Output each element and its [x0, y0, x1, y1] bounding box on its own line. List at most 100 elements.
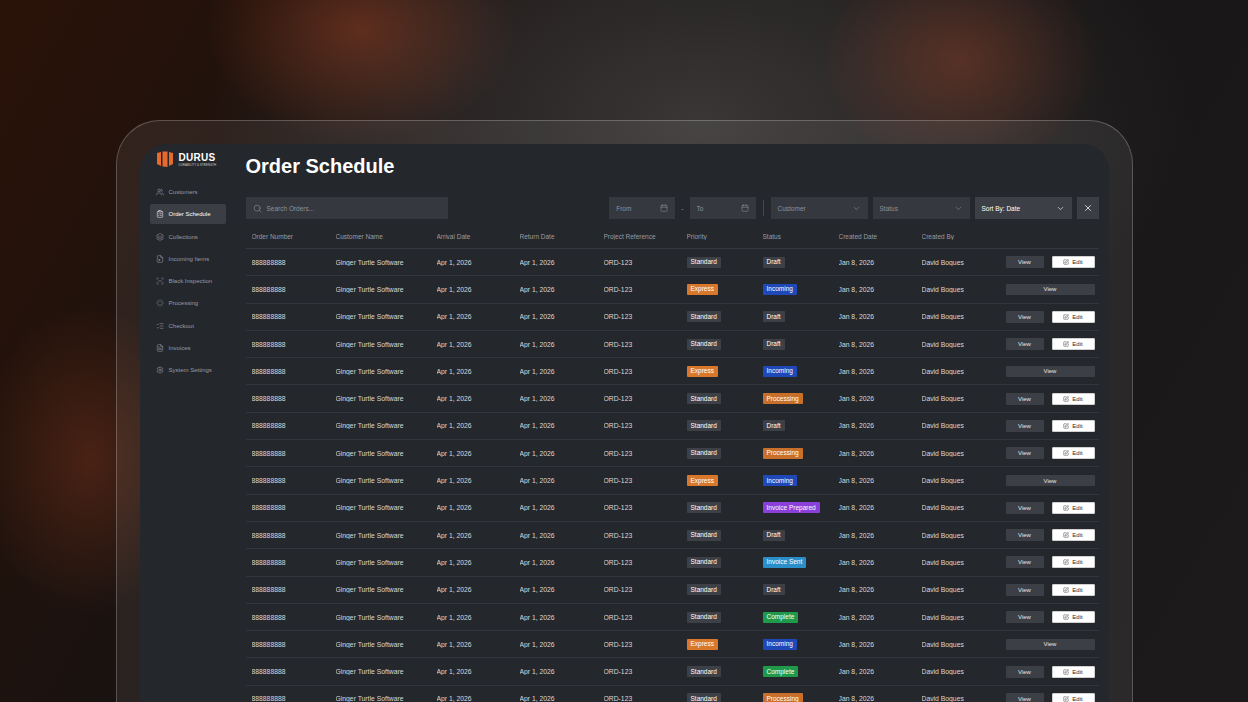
project-reference: ORD-123 — [604, 259, 687, 266]
edit-icon — [1063, 614, 1069, 620]
edit-button[interactable]: Edit — [1052, 447, 1095, 459]
column-header: Customer Name — [336, 233, 437, 240]
created-by: David Bogues — [922, 368, 1006, 375]
created-date: Jan 8, 2026 — [839, 586, 922, 593]
table-row[interactable]: 888888888Ginger Turtle SoftwareApr 1, 20… — [246, 577, 1099, 604]
nav-icon — [156, 299, 164, 307]
return-date: Apr 1, 2026 — [520, 532, 604, 539]
sidebar-item[interactable]: Processing — [150, 293, 226, 313]
priority-tag: Standard — [687, 612, 721, 623]
order-number: 888888888 — [252, 395, 336, 402]
view-button[interactable]: View — [1006, 256, 1044, 268]
row-actions: View Edit — [1006, 666, 1095, 678]
nav-icon — [156, 188, 164, 196]
close-icon — [1083, 203, 1093, 213]
status-tag: Incoming — [763, 475, 797, 486]
view-button[interactable]: View — [1006, 693, 1044, 702]
sidebar-item[interactable]: Incoming Items — [150, 249, 226, 269]
priority-tag: Standard — [687, 666, 721, 677]
view-button[interactable]: View — [1006, 502, 1044, 514]
toolbar: Search Orders...From-ToCustomerStatusSor… — [246, 197, 1099, 219]
view-button[interactable]: View — [1006, 338, 1044, 350]
table-row[interactable]: 888888888Ginger Turtle SoftwareApr 1, 20… — [246, 686, 1099, 702]
status-tag: Incoming — [763, 366, 797, 377]
project-reference: ORD-123 — [604, 395, 687, 402]
view-button[interactable]: View — [1006, 639, 1095, 650]
sidebar-item[interactable]: Black Inspection — [150, 271, 226, 291]
view-button[interactable]: View — [1006, 447, 1044, 459]
sidebar-item[interactable]: System Settings — [150, 360, 226, 380]
to-date-field[interactable]: To — [690, 197, 756, 219]
table-row[interactable]: 888888888Ginger Turtle SoftwareApr 1, 20… — [246, 331, 1099, 358]
created-date: Jan 8, 2026 — [839, 614, 922, 621]
sidebar-item[interactable]: Customers — [150, 182, 226, 202]
table-row[interactable]: 888888888Ginger Turtle SoftwareApr 1, 20… — [246, 385, 1099, 412]
edit-button[interactable]: Edit — [1052, 338, 1095, 350]
table-header: Order NumberCustomer NameArrival DateRet… — [246, 224, 1099, 249]
edit-button[interactable]: Edit — [1052, 611, 1095, 623]
view-button[interactable]: View — [1006, 529, 1044, 541]
edit-button[interactable]: Edit — [1052, 420, 1095, 432]
row-actions: View Edit — [1006, 311, 1095, 323]
edit-button[interactable]: Edit — [1052, 311, 1095, 323]
view-button[interactable]: View — [1006, 284, 1095, 295]
sidebar-item[interactable]: Order Schedule — [150, 204, 226, 224]
status-dropdown[interactable]: Status — [873, 197, 970, 219]
order-number: 888888888 — [252, 450, 336, 457]
sidebar-item[interactable]: Collections — [150, 227, 226, 247]
sidebar-item[interactable]: Checkout — [150, 316, 226, 336]
edit-button[interactable]: Edit — [1052, 502, 1095, 514]
table-row[interactable]: 888888888Ginger Turtle SoftwareApr 1, 20… — [246, 631, 1099, 658]
chevron-down-icon — [852, 204, 861, 213]
status-tag: Processing — [763, 693, 803, 702]
view-button[interactable]: View — [1006, 666, 1044, 678]
edit-button[interactable]: Edit — [1052, 693, 1095, 702]
view-button[interactable]: View — [1006, 556, 1044, 568]
view-button[interactable]: View — [1006, 475, 1095, 486]
from-date-field[interactable]: From — [609, 197, 675, 219]
edit-button[interactable]: Edit — [1052, 556, 1095, 568]
view-button[interactable]: View — [1006, 366, 1095, 377]
clear-filters-button[interactable] — [1077, 197, 1099, 219]
edit-button[interactable]: Edit — [1052, 584, 1095, 596]
created-date: Jan 8, 2026 — [839, 395, 922, 402]
project-reference: ORD-123 — [604, 641, 687, 648]
sidebar-item[interactable]: Invoices — [150, 338, 226, 358]
view-button[interactable]: View — [1006, 611, 1044, 623]
sort-dropdown[interactable]: Sort By: Date — [975, 197, 1072, 219]
order-number: 888888888 — [252, 532, 336, 539]
nav-icon — [156, 322, 164, 330]
table-row[interactable]: 888888888Ginger Turtle SoftwareApr 1, 20… — [246, 495, 1099, 522]
order-number: 888888888 — [252, 559, 336, 566]
view-button[interactable]: View — [1006, 584, 1044, 596]
table-row[interactable]: 888888888Ginger Turtle SoftwareApr 1, 20… — [246, 304, 1099, 331]
search-field[interactable]: Search Orders... — [246, 197, 448, 219]
table-row[interactable]: 888888888Ginger Turtle SoftwareApr 1, 20… — [246, 440, 1099, 467]
nav-icon — [156, 255, 164, 263]
created-by: David Bogues — [922, 641, 1006, 648]
edit-button[interactable]: Edit — [1052, 666, 1095, 678]
table-row[interactable]: 888888888Ginger Turtle SoftwareApr 1, 20… — [246, 358, 1099, 385]
table-row[interactable]: 888888888Ginger Turtle SoftwareApr 1, 20… — [246, 604, 1099, 631]
table-row[interactable]: 888888888Ginger Turtle SoftwareApr 1, 20… — [246, 413, 1099, 440]
table-row[interactable]: 888888888Ginger Turtle SoftwareApr 1, 20… — [246, 467, 1099, 494]
return-date: Apr 1, 2026 — [520, 668, 604, 675]
table-row[interactable]: 888888888Ginger Turtle SoftwareApr 1, 20… — [246, 522, 1099, 549]
customer-dropdown[interactable]: Customer — [771, 197, 868, 219]
table-row[interactable]: 888888888Ginger Turtle SoftwareApr 1, 20… — [246, 276, 1099, 303]
arrival-date: Apr 1, 2026 — [437, 586, 520, 593]
status-tag: Draft — [763, 530, 785, 541]
column-header: Project Reference — [604, 233, 687, 240]
view-button[interactable]: View — [1006, 420, 1044, 432]
edit-button[interactable]: Edit — [1052, 256, 1095, 268]
table-row[interactable]: 888888888Ginger Turtle SoftwareApr 1, 20… — [246, 249, 1099, 276]
view-button[interactable]: View — [1006, 311, 1044, 323]
table-row[interactable]: 888888888Ginger Turtle SoftwareApr 1, 20… — [246, 658, 1099, 685]
view-button[interactable]: View — [1006, 393, 1044, 405]
edit-button[interactable]: Edit — [1052, 529, 1095, 541]
created-by: David Bogues — [922, 395, 1006, 402]
edit-button[interactable]: Edit — [1052, 393, 1095, 405]
nav-icon — [156, 233, 164, 241]
status-tag: Draft — [763, 339, 785, 350]
table-row[interactable]: 888888888Ginger Turtle SoftwareApr 1, 20… — [246, 549, 1099, 576]
